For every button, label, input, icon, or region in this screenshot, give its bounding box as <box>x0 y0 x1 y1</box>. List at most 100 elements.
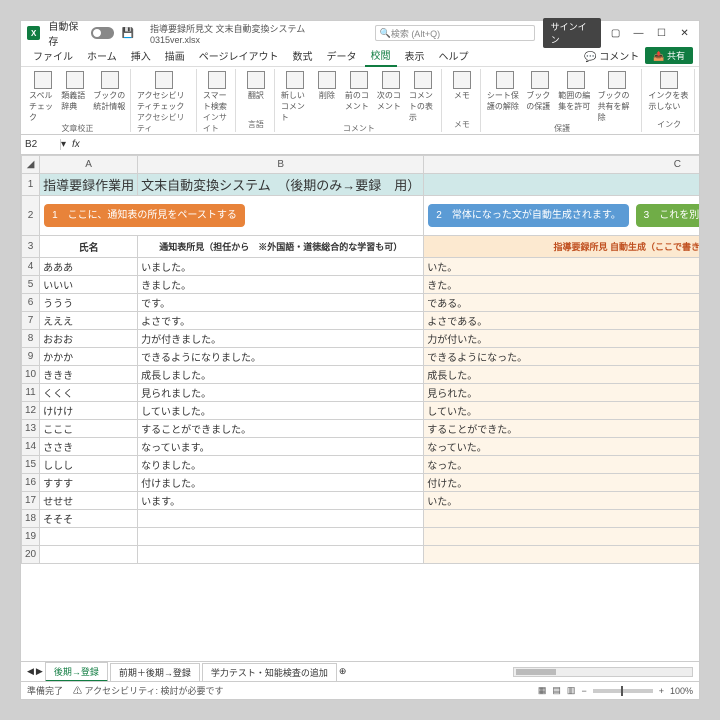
cell[interactable]: ししし <box>40 456 138 474</box>
cell[interactable]: けけけ <box>40 402 138 420</box>
ribbon-button[interactable]: インクを表示しない <box>648 71 690 112</box>
view-pagebreak-icon[interactable]: ▥ <box>567 685 576 696</box>
tab-home[interactable]: ホーム <box>81 45 123 66</box>
cell[interactable]: あああ <box>40 258 138 276</box>
zoom-out-icon[interactable]: − <box>581 686 586 696</box>
tab-review[interactable]: 校閲 <box>365 44 397 67</box>
ribbon-button[interactable]: アクセシビリティチェック <box>137 71 192 112</box>
comments-button[interactable]: 💬 コメント <box>584 48 639 63</box>
cell[interactable]: 付けました。 <box>138 474 424 492</box>
search-input[interactable]: 🔍 検索 (Alt+Q) <box>375 25 535 41</box>
cell[interactable] <box>424 510 699 528</box>
cell[interactable]: すすす <box>40 474 138 492</box>
ribbon-button[interactable]: ブックの保護 <box>526 71 554 123</box>
ribbon-button[interactable]: メモ <box>448 71 476 101</box>
row-header[interactable]: 11 <box>22 384 40 402</box>
tab-pagelayout[interactable]: ページレイアウト <box>193 45 285 66</box>
cell[interactable]: 力が付いた。 <box>424 330 699 348</box>
maximize-icon[interactable]: ☐ <box>653 28 670 39</box>
ribbon-button[interactable]: 削除 <box>313 71 341 123</box>
cell[interactable]: 成長しました。 <box>138 366 424 384</box>
tab-data[interactable]: データ <box>321 45 363 66</box>
minimize-icon[interactable]: — <box>630 28 647 39</box>
ribbon-button[interactable]: ブックの統計情報 <box>93 71 126 123</box>
row-header[interactable]: 15 <box>22 456 40 474</box>
tab-nav-prev-icon[interactable]: ◀ <box>27 666 34 677</box>
cell[interactable]: 文末自動変換システム （後期のみ→要録 用） <box>138 174 424 196</box>
col-header[interactable]: A <box>40 156 138 174</box>
row-header[interactable]: 20 <box>22 546 40 564</box>
cell[interactable]: おおお <box>40 330 138 348</box>
cell[interactable]: かかか <box>40 348 138 366</box>
tab-draw[interactable]: 描画 <box>159 45 191 66</box>
ribbon-button[interactable]: 翻訳 <box>242 71 270 101</box>
cell[interactable]: できるようになりました。 <box>138 348 424 366</box>
worksheet-grid[interactable]: ◢ A B C D E F G H I 1 指導要録作業用 文末自動変換システム… <box>21 155 699 661</box>
ribbon-button[interactable]: スマート検索 <box>203 71 231 112</box>
row-header[interactable]: 2 <box>22 196 40 236</box>
cell[interactable] <box>424 546 699 564</box>
zoom-in-icon[interactable]: + <box>659 686 664 696</box>
cell[interactable]: なりました。 <box>138 456 424 474</box>
cell[interactable] <box>40 546 138 564</box>
sheet-tab[interactable]: 後期→登録 <box>45 662 108 682</box>
cell[interactable]: 2 常体になった文が自動生成されます。 3 これを別のファイルにコピペ（値のみ）… <box>424 196 699 236</box>
col-header[interactable]: C <box>424 156 699 174</box>
tab-help[interactable]: ヘルプ <box>433 45 475 66</box>
cell[interactable]: なっていた。 <box>424 438 699 456</box>
cell[interactable]: よさである。 <box>424 312 699 330</box>
cell[interactable]: こここ <box>40 420 138 438</box>
row-header[interactable]: 5 <box>22 276 40 294</box>
save-icon[interactable]: 💾 <box>122 28 134 39</box>
ribbon-button[interactable]: 次のコメント <box>377 71 405 123</box>
signin-button[interactable]: サインイン <box>543 18 601 48</box>
cell[interactable] <box>424 174 699 196</box>
cell[interactable]: なっています。 <box>138 438 424 456</box>
ribbon-button[interactable]: 範囲の編集を許可 <box>558 71 593 123</box>
cell[interactable]: 1 ここに、通知表の所見をペーストする <box>40 196 424 236</box>
tab-file[interactable]: ファイル <box>27 45 79 66</box>
cell[interactable] <box>40 528 138 546</box>
row-header[interactable]: 9 <box>22 348 40 366</box>
cell[interactable]: 成長した。 <box>424 366 699 384</box>
sheet-tab[interactable]: 前期＋後期→登録 <box>110 663 200 681</box>
cell[interactable]: いた。 <box>424 492 699 510</box>
cell[interactable]: いました。 <box>138 258 424 276</box>
header-auto[interactable]: 指導要録所見 自動生成（ここで書き換えないように 注意！） <box>424 236 699 258</box>
header-name[interactable]: 氏名 <box>40 236 138 258</box>
row-header[interactable]: 8 <box>22 330 40 348</box>
cell[interactable]: せせせ <box>40 492 138 510</box>
share-button[interactable]: 📤 共有 <box>645 47 693 64</box>
col-header[interactable]: B <box>138 156 424 174</box>
ribbon-button[interactable]: シート保護の解除 <box>487 71 522 123</box>
cell[interactable] <box>138 528 424 546</box>
ribbon-button[interactable]: ブックの共有を解除 <box>598 71 638 123</box>
ribbon-button[interactable]: コメントの表示 <box>409 71 437 123</box>
fx-icon[interactable]: fx <box>66 139 86 150</box>
ribbon-options-icon[interactable]: ▢ <box>607 28 624 39</box>
cell[interactable]: 指導要録作業用 <box>40 174 138 196</box>
cell[interactable]: なった。 <box>424 456 699 474</box>
row-header[interactable]: 19 <box>22 528 40 546</box>
toggle-icon[interactable] <box>91 27 114 39</box>
row-header[interactable]: 4 <box>22 258 40 276</box>
cell[interactable]: ききき <box>40 366 138 384</box>
tab-formulas[interactable]: 数式 <box>287 45 319 66</box>
zoom-slider[interactable] <box>593 689 653 693</box>
cell[interactable]: えええ <box>40 312 138 330</box>
ribbon-button[interactable]: 新しいコメント <box>281 71 309 123</box>
row-header[interactable]: 16 <box>22 474 40 492</box>
cell[interactable]: していた。 <box>424 402 699 420</box>
close-icon[interactable]: ✕ <box>676 28 693 39</box>
cell[interactable]: できるようになった。 <box>424 348 699 366</box>
sheet-tab[interactable]: 学力テスト・知能検査の追加 <box>202 663 337 681</box>
row-header[interactable]: 17 <box>22 492 40 510</box>
cell[interactable]: よさです。 <box>138 312 424 330</box>
cell[interactable]: 見られました。 <box>138 384 424 402</box>
ribbon-button[interactable]: スペルチェック <box>29 71 57 123</box>
row-header[interactable]: 18 <box>22 510 40 528</box>
status-accessibility[interactable]: ⚠ アクセシビリティ: 検討が必要です <box>73 684 224 697</box>
tab-view[interactable]: 表示 <box>399 45 431 66</box>
cell[interactable]: です。 <box>138 294 424 312</box>
autosave-toggle[interactable]: 自動保存 <box>48 18 113 48</box>
